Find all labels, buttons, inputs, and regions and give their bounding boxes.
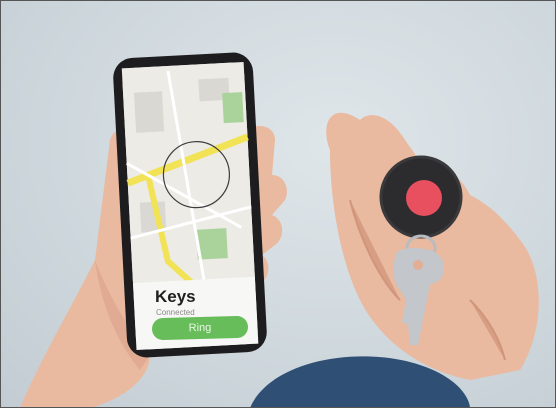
connection-status: Connected xyxy=(156,308,195,317)
photo-scene: Keys Connected Ring xyxy=(0,0,556,408)
map-view xyxy=(121,61,255,292)
item-name: Keys xyxy=(155,287,196,306)
scene-illustration xyxy=(0,0,556,408)
right-hand xyxy=(326,112,539,380)
ring-button[interactable]: Ring xyxy=(151,315,249,341)
